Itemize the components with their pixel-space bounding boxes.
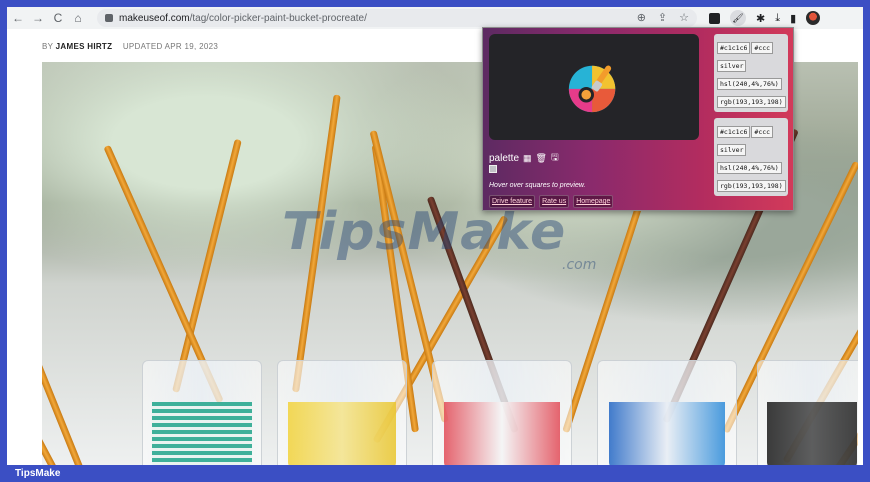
rate-us-link[interactable]: Rate us — [539, 195, 570, 208]
share-icon[interactable]: ⇪ — [658, 11, 667, 24]
extension-square-icon[interactable] — [709, 12, 720, 24]
hex-chip[interactable]: #c1c1c6 — [717, 42, 751, 54]
hex-chip[interactable]: #c1c1c6 — [717, 126, 751, 138]
url-path: /tag/color-picker-paint-bucket-procreate… — [189, 12, 367, 24]
name-chip[interactable]: silver — [717, 60, 747, 72]
hsl-chip[interactable]: hsl(240,4%,76%) — [717, 162, 782, 174]
sidepanel-icon[interactable]: ▮ — [790, 12, 796, 25]
url-host: makeuseof.com — [119, 12, 190, 24]
color-picker-popup: #c1c1c6 #ccc silver hsl(240,4%,76%) rgb(1… — [482, 27, 794, 211]
color-preview-area — [489, 34, 699, 140]
lock-icon — [105, 14, 113, 22]
popup-links: Drive feature Rate us Homepage — [489, 195, 614, 208]
color-cards: #c1c1c6 #ccc silver hsl(240,4%,76%) rgb(1… — [714, 34, 788, 202]
home-button[interactable]: ⌂ — [69, 9, 87, 27]
address-bar[interactable]: makeuseof.com/tag/color-picker-paint-buc… — [97, 9, 697, 27]
author-link[interactable]: JAMES HIRTZ — [56, 42, 113, 51]
byline: BY JAMES HIRTZ UPDATED APR 19, 2023 — [42, 42, 218, 51]
color-picker-icon[interactable]: 🖌 — [730, 10, 746, 26]
watermark-suffix: .com — [562, 257, 597, 273]
palette-row: palette ▦ 🗑 🖫 — [489, 150, 559, 166]
watermark: TipsMake — [282, 202, 567, 262]
footer-brand: TipsMake — [15, 468, 61, 479]
color-picker-logo-icon — [568, 65, 616, 113]
site-footer-bar: TipsMake — [7, 465, 863, 482]
palette-label: palette — [489, 152, 520, 164]
homepage-link[interactable]: Homepage — [573, 195, 614, 208]
color-card: #c1c1c6 #ccc silver hsl(240,4%,76%) rgb(1… — [714, 34, 788, 112]
trash-icon[interactable]: 🗑 — [536, 153, 547, 164]
palette-swatch[interactable] — [489, 165, 497, 173]
puzzle-icon[interactable]: ✱ — [756, 12, 765, 25]
hint-text: Hover over squares to preview. — [489, 182, 586, 189]
forward-button[interactable]: → — [29, 9, 47, 27]
rgb-chip[interactable]: rgb(193,193,198) — [717, 180, 786, 192]
short-hex-chip[interactable]: #ccc — [751, 42, 774, 54]
updated-date: UPDATED APR 19, 2023 — [122, 42, 219, 51]
back-button[interactable]: ← — [9, 9, 27, 27]
color-card: #c1c1c6 #ccc silver hsl(240,4%,76%) rgb(1… — [714, 118, 788, 196]
profile-avatar[interactable] — [806, 11, 821, 25]
drive-feature-link[interactable]: Drive feature — [489, 195, 536, 208]
zoom-icon[interactable]: ⊕ — [637, 11, 646, 24]
hsl-chip[interactable]: hsl(240,4%,76%) — [717, 78, 782, 90]
browser-toolbar: ← → C ⌂ makeuseof.com/tag/color-picker-p… — [7, 7, 863, 29]
reload-button[interactable]: C — [49, 9, 67, 27]
grid-icon[interactable]: ▦ — [523, 153, 532, 164]
save-icon[interactable]: 🖫 — [551, 150, 559, 166]
download-icon[interactable]: ⤓ — [775, 12, 780, 25]
rgb-chip[interactable]: rgb(193,193,198) — [717, 96, 786, 108]
bookmark-star-icon[interactable]: ☆ — [679, 11, 689, 24]
short-hex-chip[interactable]: #ccc — [751, 126, 774, 138]
by-prefix: BY — [42, 42, 54, 51]
name-chip[interactable]: silver — [717, 144, 747, 156]
